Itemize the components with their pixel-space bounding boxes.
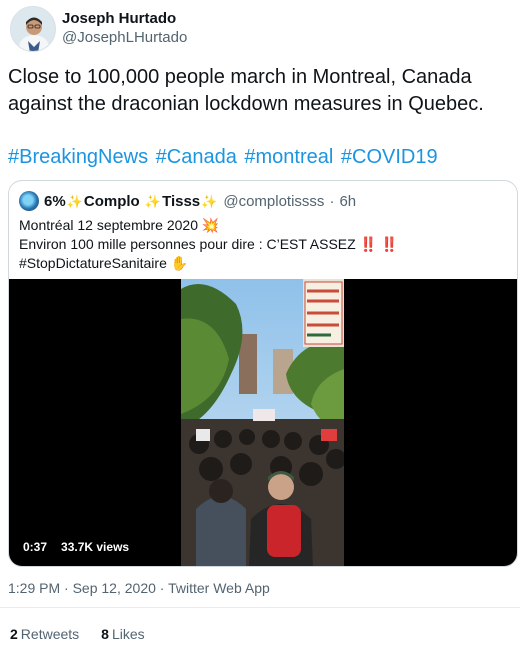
- quoted-tweet-text: Montréal 12 septembre 2020 💥 Environ 100…: [19, 216, 509, 273]
- video-stats-badge: 0:37 33.7K views: [17, 536, 136, 558]
- quoted-tweet[interactable]: 6%✨Complo ✨Tisss✨ @complotissss · 6h Mon…: [8, 180, 518, 567]
- tweet-meta: 1:29 PM · Sep 12, 2020 · Twitter Web App: [8, 580, 270, 596]
- quoted-name-part: Complo: [83, 192, 140, 210]
- video-views: 33.7K views: [61, 540, 130, 554]
- quoted-hashtag[interactable]: #StopDictatureSanitaire: [19, 255, 167, 271]
- tweet-source[interactable]: Twitter Web App: [168, 580, 270, 596]
- video-thumbnail: [181, 279, 344, 566]
- collision-icon: 💥: [201, 217, 220, 233]
- quoted-line: #StopDictatureSanitaire ✋: [19, 254, 509, 273]
- tweet-hashtags: #BreakingNews #Canada #montreal #COVID19: [8, 144, 440, 171]
- quoted-name-part: 6%: [44, 192, 66, 210]
- quoted-author-name[interactable]: 6%✨Complo ✨Tisss✨: [44, 193, 218, 210]
- quoted-name-part: Tisss: [162, 192, 201, 210]
- retweets-count: 2: [10, 626, 18, 642]
- quoted-line: Montréal 12 septembre 2020 💥: [19, 216, 509, 235]
- quoted-line-text: Environ 100 mille personnes pour dire : …: [19, 236, 356, 252]
- tweet-text: Close to 100,000 people march in Montrea…: [8, 66, 484, 115]
- author-handle[interactable]: @JosephLHurtado: [62, 29, 187, 46]
- raised-hand-icon: ✋: [170, 255, 189, 271]
- divider: [0, 607, 520, 608]
- quoted-line-text: Montréal 12 septembre 2020: [19, 217, 198, 233]
- quoted-tweet-time[interactable]: 6h: [339, 193, 356, 210]
- likes-label: Likes: [111, 626, 145, 642]
- separator-dot: ·: [64, 580, 69, 596]
- separator-dot: ·: [159, 580, 165, 596]
- double-exclamation-icon: ‼️ ‼️: [359, 236, 399, 252]
- video-player[interactable]: 0:37 33.7K views: [9, 279, 517, 566]
- quoted-tweet-header: 6%✨Complo ✨Tisss✨ @complotissss · 6h: [19, 191, 356, 211]
- retweets-label: Retweets: [20, 626, 80, 642]
- quoted-line: Environ 100 mille personnes pour dire : …: [19, 235, 509, 254]
- hashtag-link[interactable]: #Canada: [156, 146, 237, 168]
- author-name[interactable]: Joseph Hurtado: [62, 10, 176, 27]
- retweets-stat[interactable]: 2 Retweets: [10, 626, 79, 642]
- sparkles-icon: ✨: [201, 193, 218, 209]
- separator-dot: ·: [329, 192, 335, 210]
- tweet-header: Joseph Hurtado @JosephLHurtado: [10, 6, 510, 54]
- likes-stat[interactable]: 8 Likes: [101, 626, 144, 642]
- author-avatar[interactable]: [10, 6, 56, 52]
- likes-count: 8: [101, 626, 109, 642]
- hashtag-link[interactable]: #BreakingNews: [8, 146, 148, 168]
- tweet-stats: 2 Retweets 8 Likes: [10, 626, 145, 642]
- quoted-author-avatar[interactable]: [19, 191, 39, 211]
- tweet-time[interactable]: 1:29 PM: [8, 580, 60, 596]
- tweet-date[interactable]: Sep 12, 2020: [73, 580, 156, 596]
- hashtag-link[interactable]: #COVID19: [341, 146, 438, 168]
- sparkles-icon: ✨: [144, 193, 162, 209]
- video-duration: 0:37: [23, 540, 48, 554]
- sparkles-icon: ✨: [66, 193, 83, 209]
- hashtag-link[interactable]: #montreal: [244, 146, 333, 168]
- quoted-author-handle[interactable]: @complotissss: [223, 193, 324, 210]
